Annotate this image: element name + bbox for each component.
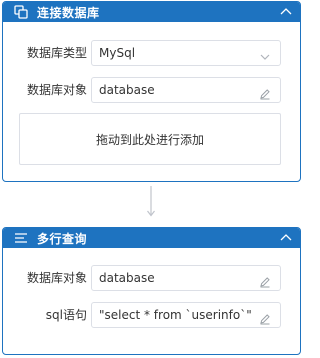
sql-statement-input[interactable]: "select * from `userinfo`" [91, 302, 281, 328]
database-object-input[interactable]: database [91, 77, 281, 103]
card-header: 多行查询 [3, 228, 300, 248]
edit-icon[interactable] [259, 272, 271, 288]
database-type-row: 数据库类型 MySql [3, 40, 300, 66]
card-title: 多行查询 [37, 231, 88, 246]
database-type-select[interactable]: MySql [91, 40, 281, 66]
sql-statement-value: "select * from `userinfo`" [99, 308, 252, 322]
drop-zone-text: 拖动到此处进行添加 [95, 132, 204, 147]
database-type-value: MySql [99, 46, 136, 60]
sql-statement-label: sql语句 [45, 308, 87, 322]
edit-icon[interactable] [259, 84, 271, 100]
database-object-row: 数据库对象 database [3, 77, 300, 103]
chevron-down-icon[interactable] [259, 47, 271, 60]
card-header: 连接数据库 [3, 2, 300, 22]
database-connect-icon [14, 5, 28, 19]
multi-row-query-card: 多行查询 数据库对象 database sql语句 "select * from… [2, 227, 301, 355]
card-title: 连接数据库 [37, 5, 100, 20]
database-object-input[interactable]: database [91, 265, 281, 291]
list-icon [14, 231, 28, 245]
database-object-value: database [99, 83, 155, 97]
chevron-up-icon[interactable] [279, 6, 293, 18]
chevron-up-icon[interactable] [279, 232, 293, 244]
database-object-row: 数据库对象 database [3, 265, 300, 291]
sql-statement-row: sql语句 "select * from `userinfo`" [3, 302, 300, 328]
database-object-label: 数据库对象 [26, 83, 87, 97]
drop-zone[interactable]: 拖动到此处进行添加 [19, 113, 281, 165]
edit-icon[interactable] [259, 309, 271, 325]
connect-database-card: 连接数据库 数据库类型 MySql 数据库对象 database 拖动到此处进行… [2, 1, 301, 182]
connector-arrow-icon [146, 186, 156, 218]
database-object-label: 数据库对象 [26, 271, 87, 285]
database-object-value: database [99, 271, 155, 285]
database-type-label: 数据库类型 [26, 46, 87, 60]
